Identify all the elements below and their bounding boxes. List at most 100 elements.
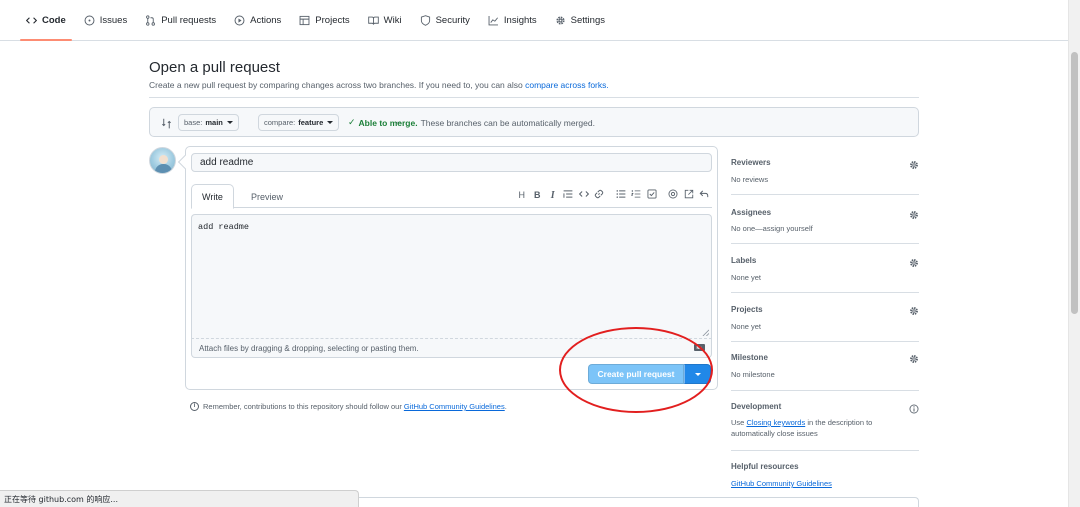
- code-icon: [578, 189, 589, 201]
- avatar-face: [159, 155, 168, 164]
- tab-insights[interactable]: Insights: [480, 0, 545, 40]
- pr-body-textarea[interactable]: add readme: [191, 214, 712, 339]
- gear-icon[interactable]: [909, 351, 919, 363]
- closing-keywords-link[interactable]: Closing keywords: [746, 418, 805, 427]
- gear-icon[interactable]: [909, 157, 919, 169]
- sidebar-projects[interactable]: Projects None yet: [731, 293, 919, 342]
- sidebar-development: Development Use Closing keywords in the …: [731, 391, 919, 451]
- contribution-reminder: i Remember, contributions to this reposi…: [190, 402, 507, 411]
- tab-projects[interactable]: Projects: [291, 0, 357, 40]
- gear-icon[interactable]: [909, 303, 919, 315]
- repo-nav: Code Issues Pull requests Actions Projec…: [0, 0, 1068, 41]
- resize-handle-icon[interactable]: [702, 329, 710, 337]
- assignees-title: Assignees: [731, 208, 772, 217]
- tab-wiki[interactable]: Wiki: [360, 0, 410, 40]
- sidebar-milestone[interactable]: Milestone No milestone: [731, 342, 919, 391]
- info-icon: [909, 401, 919, 414]
- tab-code[interactable]: Code: [18, 0, 74, 41]
- tab-label: Issues: [99, 14, 128, 26]
- tab-label: Pull requests: [161, 14, 217, 26]
- sidebar-assignees[interactable]: Assignees No one—assign yourself: [731, 195, 919, 244]
- italic-button[interactable]: I: [545, 187, 561, 203]
- link-icon: [594, 189, 604, 201]
- tab-label: Settings: [570, 14, 605, 26]
- quote-button[interactable]: [561, 187, 577, 203]
- base-branch-select[interactable]: base: main: [178, 114, 239, 131]
- gear-icon[interactable]: [909, 207, 919, 219]
- page-scrollbar[interactable]: [1068, 0, 1080, 507]
- divider: [149, 97, 919, 98]
- sidebar-labels[interactable]: Labels None yet: [731, 244, 919, 293]
- reviewers-title: Reviewers: [731, 158, 771, 167]
- unordered-list-button[interactable]: [613, 187, 629, 203]
- tab-write[interactable]: Write: [191, 184, 234, 209]
- annotation-circle: [559, 327, 713, 413]
- table-icon: [299, 15, 310, 26]
- branch-range-editor: base: main ← compare: feature ✓ Able to …: [149, 107, 919, 137]
- reminder-end: .: [504, 402, 507, 411]
- quote-icon: [563, 189, 573, 201]
- tab-label: Security: [435, 14, 470, 26]
- subtitle-text: Create a new pull request by comparing c…: [149, 80, 523, 90]
- compare-branch-select[interactable]: compare: feature: [258, 114, 340, 131]
- compare-across-forks-link[interactable]: compare across forks.: [525, 80, 609, 90]
- helpful-resources-list: GitHub Community Guidelines: [731, 478, 832, 489]
- labels-value: None yet: [731, 273, 762, 282]
- git-compare-icon: [161, 116, 172, 134]
- tab-pull-requests[interactable]: Pull requests: [137, 0, 224, 40]
- tab-label: Code: [42, 14, 66, 26]
- reply-icon: [699, 189, 709, 201]
- list-ordered-icon: [631, 189, 641, 201]
- tab-actions[interactable]: Actions: [226, 0, 289, 40]
- tab-issues[interactable]: Issues: [76, 0, 135, 40]
- page-title: Open a pull request: [149, 59, 280, 76]
- avatar[interactable]: [149, 147, 176, 174]
- shield-icon: [420, 14, 431, 26]
- saved-reply-button[interactable]: [697, 187, 713, 203]
- community-guidelines-link[interactable]: GitHub Community Guidelines: [404, 402, 505, 411]
- book-icon: [367, 15, 379, 26]
- pr-title-input[interactable]: [191, 153, 712, 172]
- check-icon: ✓: [348, 117, 356, 127]
- play-icon: [234, 15, 245, 26]
- community-guidelines-link[interactable]: GitHub Community Guidelines: [731, 479, 832, 488]
- tab-label: Projects: [315, 14, 350, 26]
- markdown-toolbar: H B I: [514, 187, 712, 203]
- bold-button[interactable]: B: [530, 187, 546, 203]
- link-button[interactable]: [592, 187, 608, 203]
- reminder-text: Remember, contributions to this reposito…: [203, 402, 402, 411]
- cross-reference-button[interactable]: [681, 187, 697, 203]
- code-button[interactable]: [576, 187, 592, 203]
- tab-settings[interactable]: Settings: [547, 0, 613, 40]
- sidebar-reviewers[interactable]: Reviewers No reviews: [731, 150, 919, 195]
- tab-label: Insights: [503, 14, 537, 26]
- base-prefix: base:: [184, 118, 203, 127]
- cross-reference-icon: [684, 189, 694, 201]
- avatar-figure: [155, 164, 172, 173]
- gear-icon[interactable]: [909, 255, 919, 267]
- tab-preview[interactable]: Preview: [241, 184, 293, 209]
- sidebar-helpful-resources: Helpful resources GitHub Community Guide…: [731, 451, 919, 496]
- tab-label: Wiki: [383, 14, 402, 26]
- issue-icon: [84, 15, 95, 26]
- attach-hint: Attach files by dragging & dropping, sel…: [199, 344, 419, 353]
- merge-status-message: These branches can be automatically merg…: [420, 117, 595, 128]
- scrollbar-thumb[interactable]: [1071, 52, 1078, 314]
- mention-button[interactable]: [666, 187, 682, 203]
- tasklist-icon: [647, 189, 657, 201]
- list-unordered-icon: [616, 189, 626, 201]
- base-branch-name: main: [205, 118, 223, 127]
- tab-label: Actions: [250, 14, 282, 26]
- chevron-down-icon: [327, 121, 334, 124]
- assignees-value: No one—assign yourself: [731, 224, 813, 233]
- reviewers-value: No reviews: [731, 175, 769, 184]
- ordered-list-button[interactable]: [629, 187, 645, 203]
- heading-button[interactable]: H: [514, 187, 530, 203]
- tab-security[interactable]: Security: [412, 0, 478, 40]
- labels-title: Labels: [731, 256, 757, 265]
- mention-icon: [668, 189, 678, 201]
- milestone-title: Milestone: [731, 353, 768, 362]
- helpful-resources-title: Helpful resources: [731, 462, 799, 471]
- task-list-button[interactable]: [644, 187, 660, 203]
- browser-status-bar: 正在等待 github.com 的响应...: [0, 490, 359, 507]
